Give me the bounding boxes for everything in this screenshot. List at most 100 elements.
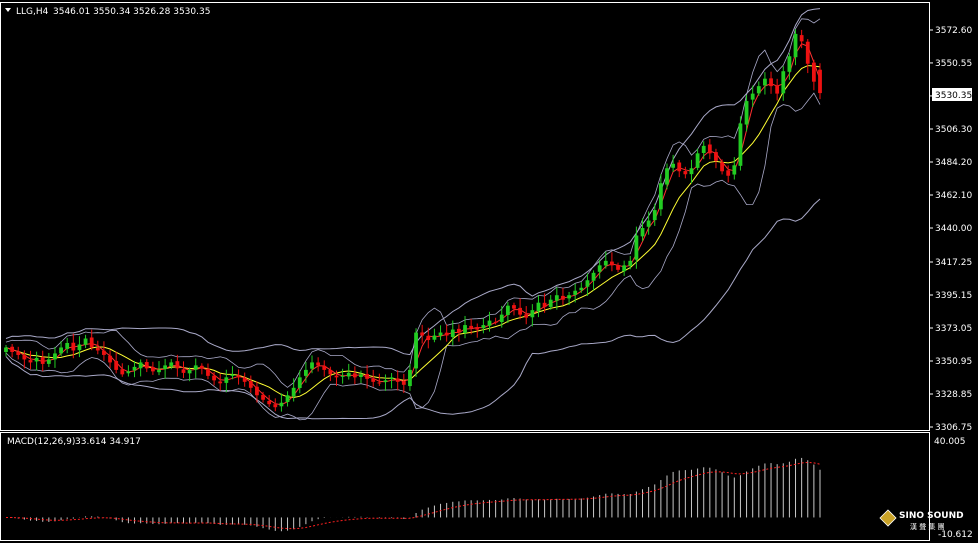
bull-candle bbox=[77, 344, 82, 351]
chevron-down-icon[interactable] bbox=[5, 8, 11, 12]
bear-candle bbox=[248, 380, 253, 388]
candlesticks bbox=[4, 29, 822, 412]
bull-candle bbox=[126, 371, 131, 374]
bear-candle bbox=[683, 171, 688, 175]
bear-candle bbox=[475, 327, 480, 330]
price-tick-label: 3506.30 bbox=[935, 125, 972, 135]
bear-candle bbox=[120, 369, 125, 375]
price-tick-label: 3373.05 bbox=[935, 324, 972, 334]
bear-candle bbox=[261, 394, 265, 400]
sino-sound-logo: SINO SOUND 漢 聲 集 團 bbox=[879, 509, 964, 531]
bull-candle bbox=[652, 210, 657, 221]
bear-candle bbox=[426, 335, 431, 341]
bear-candle bbox=[212, 375, 216, 381]
bull-candle bbox=[603, 260, 608, 266]
bear-candle bbox=[542, 302, 547, 308]
symbol-label: LLG,H4 bbox=[16, 7, 49, 17]
macd-tick-top: 40.005 bbox=[934, 437, 966, 447]
bull-candle bbox=[738, 123, 743, 166]
bear-candle bbox=[102, 350, 106, 355]
bull-candle bbox=[138, 362, 143, 369]
bear-candle bbox=[616, 265, 620, 270]
bull-candle bbox=[450, 329, 455, 338]
bear-candle bbox=[175, 361, 180, 369]
bull-candle bbox=[359, 374, 363, 377]
bull-candle bbox=[750, 93, 755, 100]
bull-candle bbox=[4, 347, 8, 352]
bull-candle bbox=[59, 347, 63, 354]
price-tick-label: 3572.60 bbox=[935, 26, 972, 36]
bull-candle bbox=[487, 320, 492, 326]
bull-candle bbox=[279, 402, 284, 407]
bull-candle bbox=[34, 357, 39, 362]
bear-candle bbox=[22, 355, 27, 360]
price-tick-label: 3328.85 bbox=[935, 390, 972, 400]
bull-candle bbox=[567, 295, 571, 299]
bear-candle bbox=[524, 314, 529, 318]
bear-candle bbox=[89, 337, 94, 348]
bull-candle bbox=[658, 183, 663, 210]
bear-candle bbox=[242, 378, 247, 382]
bull-candle bbox=[230, 374, 235, 376]
bear-candle bbox=[371, 378, 376, 382]
bollinger-lower-band bbox=[5, 198, 821, 420]
bear-candle bbox=[144, 362, 149, 369]
bull-candle bbox=[536, 302, 541, 312]
bull-candle bbox=[169, 362, 174, 367]
bull-candle bbox=[787, 56, 792, 72]
bull-candle bbox=[530, 310, 535, 318]
bull-candle bbox=[573, 290, 578, 295]
bull-candle bbox=[297, 377, 302, 388]
bull-candle bbox=[285, 395, 290, 403]
bull-candle bbox=[65, 343, 70, 349]
logo-brand: SINO SOUND bbox=[899, 511, 964, 521]
trading-chart[interactable]: 3572.603550.553528.453506.303484.203462.… bbox=[0, 0, 978, 543]
bear-candle bbox=[365, 374, 369, 379]
bull-candle bbox=[499, 314, 504, 323]
bull-candle bbox=[163, 365, 168, 370]
bull-candle bbox=[132, 366, 137, 371]
bear-candle bbox=[457, 328, 461, 333]
macd-panel-frame bbox=[0, 432, 930, 541]
price-tick-label: 3440.00 bbox=[935, 224, 972, 234]
bear-candle bbox=[71, 342, 76, 351]
bear-candle bbox=[512, 305, 516, 309]
bear-candle bbox=[273, 404, 278, 408]
bear-candle bbox=[328, 369, 333, 375]
bear-candle bbox=[707, 144, 712, 154]
bear-candle bbox=[40, 357, 45, 364]
bear-candle bbox=[377, 382, 382, 384]
bull-candle bbox=[187, 369, 192, 374]
bull-candle bbox=[548, 299, 553, 307]
bollinger-upper-band bbox=[5, 8, 821, 356]
bear-candle bbox=[811, 62, 816, 82]
price-tick-label: 3306.75 bbox=[935, 423, 972, 433]
bear-candle bbox=[799, 35, 804, 42]
bull-candle bbox=[310, 362, 314, 369]
bear-candle bbox=[114, 360, 119, 370]
bull-candle bbox=[701, 145, 706, 153]
bear-candle bbox=[181, 369, 186, 373]
bull-candle bbox=[463, 325, 467, 334]
bull-candle bbox=[554, 295, 559, 301]
bull-candle bbox=[591, 272, 596, 281]
price-tick-label: 3550.55 bbox=[935, 59, 972, 69]
bull-candle bbox=[665, 168, 669, 185]
bear-candle bbox=[108, 355, 112, 363]
bull-candle bbox=[744, 101, 749, 125]
bull-candle bbox=[640, 228, 645, 237]
bull-candle bbox=[53, 353, 57, 360]
bollinger-inner-upper bbox=[5, 18, 821, 388]
bull-candle bbox=[634, 235, 639, 260]
bull-candle bbox=[193, 365, 198, 370]
bull-candle bbox=[695, 153, 700, 168]
bear-candle bbox=[206, 368, 210, 376]
bear-candle bbox=[775, 85, 780, 94]
bear-candle bbox=[16, 351, 21, 355]
bull-candle bbox=[303, 369, 308, 376]
bull-candle bbox=[481, 325, 486, 329]
bear-candle bbox=[714, 152, 718, 161]
bull-candle bbox=[414, 332, 418, 369]
bear-candle bbox=[401, 381, 406, 385]
bear-candle bbox=[334, 375, 339, 378]
